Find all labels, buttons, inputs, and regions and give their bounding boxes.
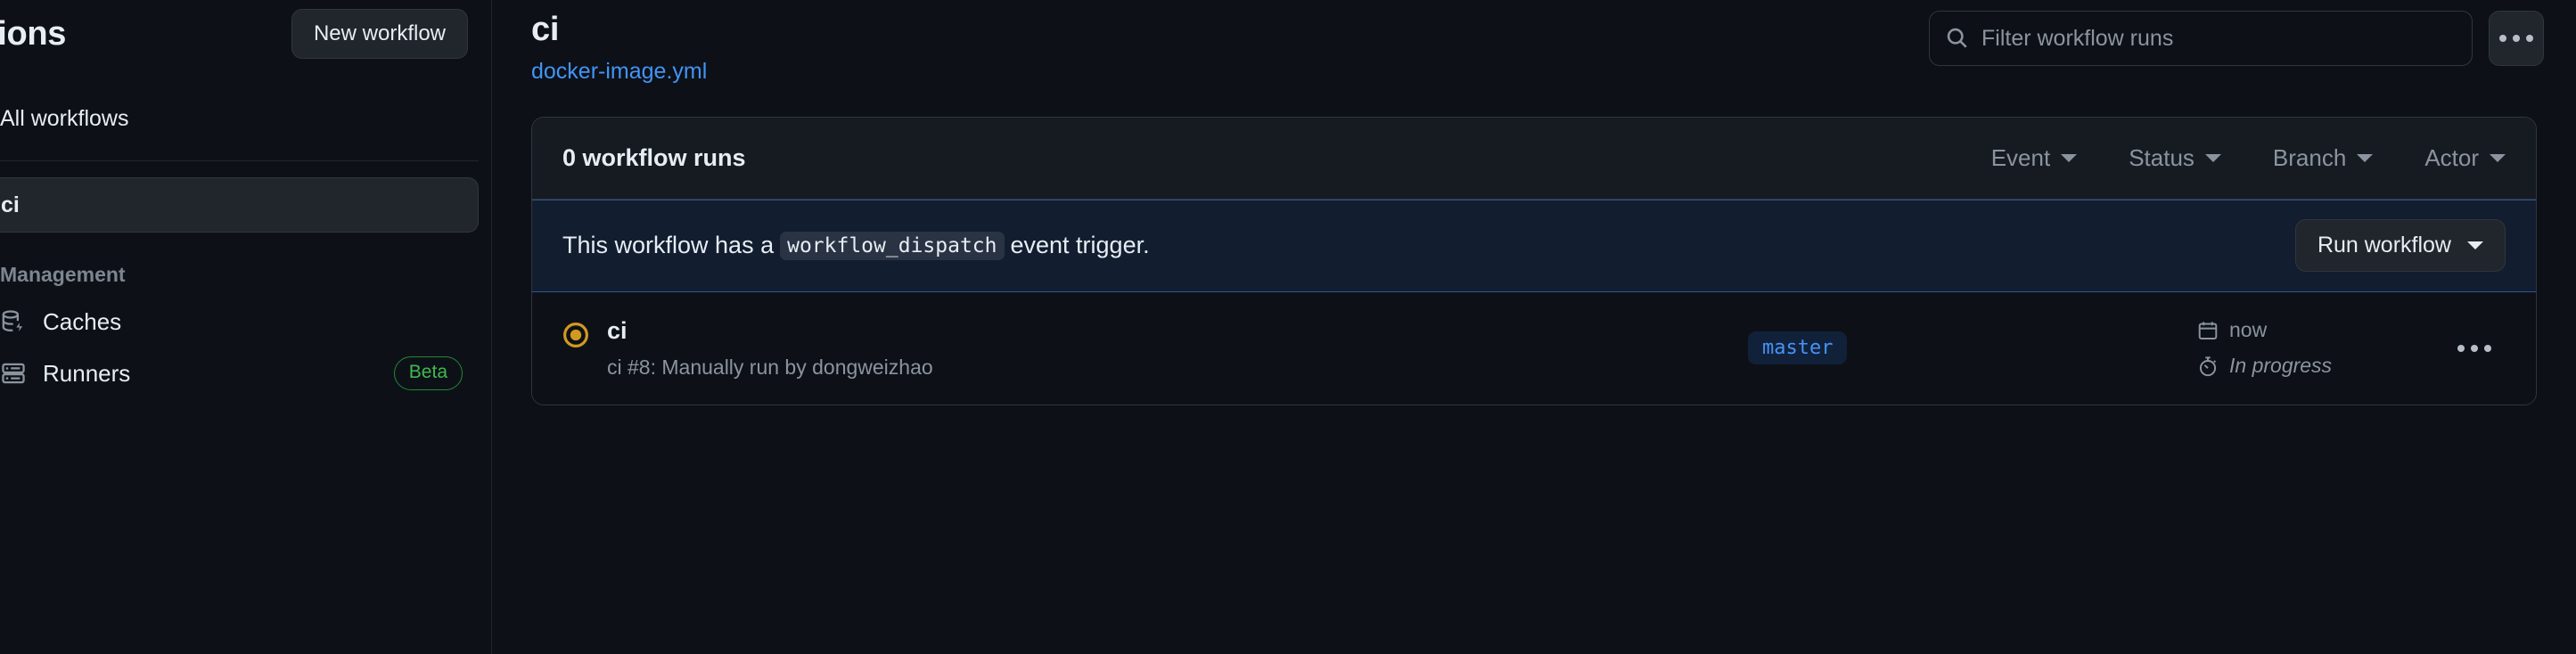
filter-branch[interactable]: Branch: [2272, 143, 2374, 172]
chevron-down-icon: [2357, 153, 2374, 162]
dispatch-text-after: event trigger.: [1010, 232, 1150, 259]
filter-label: Status: [2129, 143, 2195, 171]
run-meta: now In progress: [2197, 318, 2420, 378]
filter-event[interactable]: Event: [1991, 144, 2078, 172]
kebab-horizontal-icon: [2526, 35, 2533, 42]
run-duration: In progress: [2197, 354, 2420, 378]
sidebar-item-label: All workflows: [0, 105, 129, 131]
workflow-heading: ci docker-image.yml: [531, 7, 707, 85]
sidebar-item-label: Runners: [43, 359, 131, 387]
row-kebab-button[interactable]: [2443, 322, 2506, 375]
kebab-horizontal-icon: [2471, 344, 2478, 352]
run-name-link[interactable]: ci: [607, 316, 933, 345]
filter-label: Branch: [2272, 143, 2347, 171]
kebab-horizontal-icon: [2499, 35, 2506, 42]
dispatch-message: This workflow has a workflow_dispatch ev…: [562, 231, 1150, 260]
search-input[interactable]: [1981, 25, 2456, 52]
sidebar-item-all-workflows[interactable]: All workflows: [0, 93, 479, 144]
sidebar: ctions New workflow All workflows ci Man…: [0, 0, 492, 654]
search-box[interactable]: [1929, 11, 2473, 66]
header-kebab-button[interactable]: [2489, 11, 2544, 66]
sidebar-item-caches[interactable]: Caches: [0, 296, 479, 347]
sidebar-header: ctions New workflow: [0, 0, 491, 68]
chevron-down-icon: [2467, 241, 2483, 250]
sidebar-item-ci[interactable]: ci: [0, 177, 479, 233]
workflow-title: ci: [531, 11, 560, 48]
main-header: ci docker-image.yml: [492, 0, 2576, 85]
calendar-icon: [2198, 322, 2218, 339]
run-workflow-button[interactable]: Run workflow: [2294, 219, 2506, 273]
sidebar-item-label: Caches: [43, 307, 122, 335]
dispatch-text-before: This workflow has a: [562, 232, 775, 259]
kebab-horizontal-icon: [2457, 344, 2465, 352]
run-branch-cell: master: [1587, 331, 2197, 365]
in-progress-icon: [562, 322, 589, 348]
workflow-runs-card: 0 workflow runs Event Status Branch Acto…: [531, 116, 2537, 405]
run-primary: ci ci #8: Manually run by dongweizhao: [562, 316, 1587, 380]
header-actions: [1929, 7, 2544, 66]
status-badge-beta: Beta: [393, 356, 463, 390]
runs-toolbar: 0 workflow runs Event Status Branch Acto…: [532, 117, 2536, 200]
dispatch-event-code: workflow_dispatch: [780, 231, 1005, 260]
run-duration-label: In progress: [2229, 354, 2333, 378]
run-text: ci ci #8: Manually run by dongweizhao: [607, 316, 933, 380]
kebab-horizontal-icon: [2513, 35, 2520, 42]
workflow-file-link[interactable]: docker-image.yml: [531, 59, 707, 85]
sidebar-divider: [0, 160, 479, 161]
runs-count-label: 0 workflow runs: [562, 143, 746, 171]
new-workflow-button[interactable]: New workflow: [291, 9, 468, 59]
branch-badge[interactable]: master: [1748, 331, 1848, 365]
run-time: now: [2197, 318, 2420, 342]
chevron-down-icon: [2490, 153, 2506, 162]
sidebar-item-label: ci: [1, 192, 20, 217]
run-subtitle: ci #8: Manually run by dongweizhao: [607, 356, 933, 380]
cache-icon: [0, 308, 27, 335]
run-time-label: now: [2229, 318, 2268, 342]
kebab-horizontal-icon: [2484, 344, 2491, 352]
server-icon: [0, 360, 27, 387]
filter-label: Actor: [2424, 143, 2479, 171]
main-content: ci docker-image.yml Filter workflow runs…: [492, 0, 2576, 654]
filter-label: Event: [1990, 143, 2051, 171]
sidebar-item-runners[interactable]: Runners Beta: [0, 347, 479, 399]
sidebar-nav: All workflows: [0, 93, 491, 144]
chevron-down-icon: [2204, 153, 2221, 162]
run-workflow-label: Run workflow: [2317, 233, 2451, 258]
table-row[interactable]: ci ci #8: Manually run by dongweizhao ma…: [532, 291, 2536, 405]
page-title: ctions: [0, 14, 67, 53]
filters-group: Event Status Branch Actor: [1991, 144, 2506, 172]
search-icon: [1947, 28, 1967, 48]
chevron-down-icon: [2061, 153, 2078, 162]
actions-page: ctions New workflow All workflows ci Man…: [0, 0, 2576, 654]
stopwatch-icon: [2199, 356, 2217, 376]
sidebar-section-management: Management: [0, 263, 126, 286]
filter-status[interactable]: Status: [2129, 144, 2221, 172]
filter-actor[interactable]: Actor: [2424, 144, 2506, 172]
workflow-dispatch-banner: This workflow has a workflow_dispatch ev…: [532, 199, 2536, 292]
